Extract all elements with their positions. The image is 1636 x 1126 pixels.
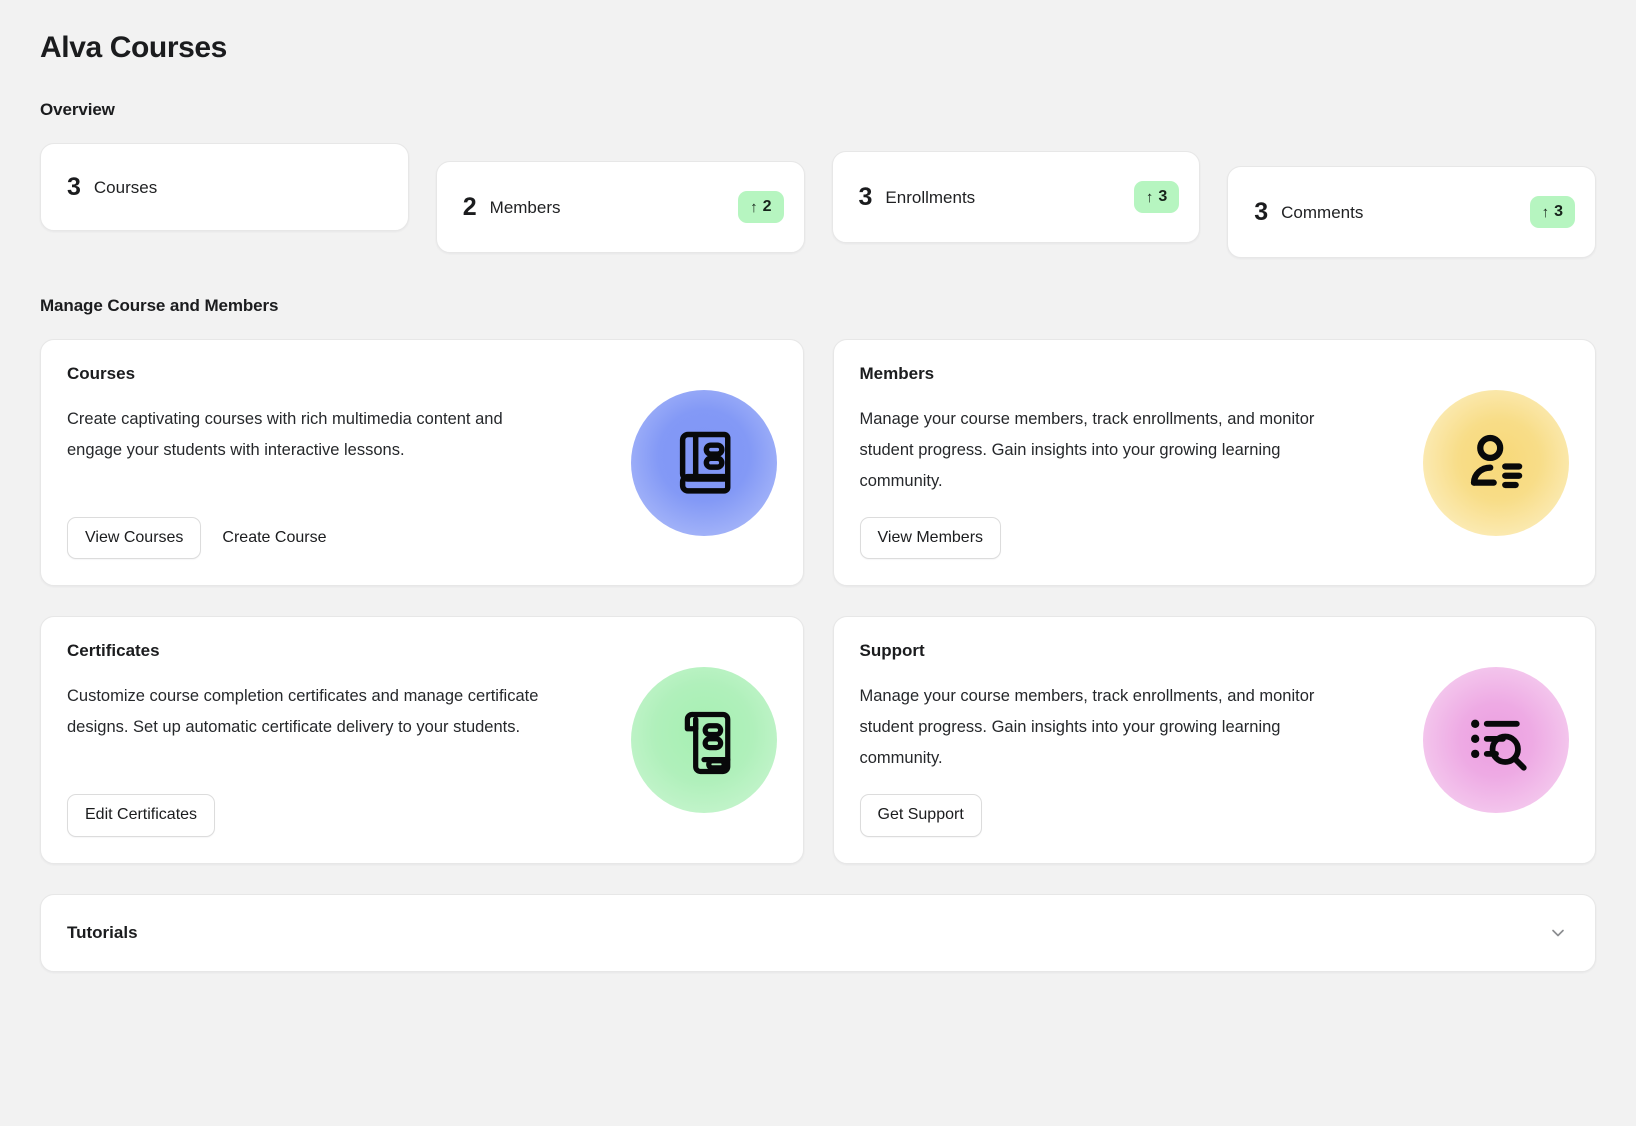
book-icon xyxy=(630,389,777,536)
feature-card-grid: Courses Create captivating courses with … xyxy=(40,339,1596,864)
feature-card-title: Courses xyxy=(67,364,136,383)
feature-card-description: Create captivating courses with rich mul… xyxy=(67,410,503,459)
edit-certificates-button[interactable]: Edit Certificates xyxy=(67,794,216,837)
view-courses-button[interactable]: View Courses xyxy=(67,517,202,560)
stat-label: Enrollments xyxy=(885,187,976,207)
status-badge: ↑ 3 xyxy=(1529,196,1575,228)
feature-card-title: Certificates xyxy=(67,641,160,661)
stat-card-courses[interactable]: 3 Courses xyxy=(40,143,409,231)
arrow-up-icon: ↑ xyxy=(1145,188,1154,206)
arrow-up-icon: ↑ xyxy=(1541,203,1550,221)
stat-value: 2 xyxy=(462,192,477,221)
stat-label: Members xyxy=(489,197,561,217)
stat-card-comments[interactable]: 3 Comments ↑ 3 xyxy=(1227,166,1596,258)
stat-card-members[interactable]: 2 Members ↑ 2 xyxy=(435,161,805,253)
feature-card-courses: Courses Create captivating courses with … xyxy=(40,339,804,587)
stat-value: 3 xyxy=(858,182,873,211)
stat-value: 3 xyxy=(1254,197,1269,226)
status-badge: ↑ 3 xyxy=(1133,181,1180,213)
tutorials-accordion[interactable]: Tutorials xyxy=(40,893,1596,972)
feature-card-title: Members xyxy=(859,364,935,383)
create-course-button[interactable]: Create Course xyxy=(215,517,333,559)
tutorials-title: Tutorials xyxy=(67,922,138,942)
feature-card-description: Customize course completion certificates… xyxy=(67,687,539,737)
dashboard-page: Alva Courses Overview 3 Courses 2 Member… xyxy=(0,0,1636,1126)
chevron-down-icon[interactable] xyxy=(1547,922,1569,944)
feature-card-members: Members Manage your course members, trac… xyxy=(832,339,1596,587)
stat-label: Courses xyxy=(93,177,158,197)
feature-card-certificates: Certificates Customize course completion… xyxy=(40,616,804,864)
user-list-icon xyxy=(1423,389,1569,536)
stat-value: 3 xyxy=(67,172,81,201)
feature-card-support: Support Manage your course members, trac… xyxy=(832,616,1596,864)
list-search-icon xyxy=(1423,667,1569,814)
manage-section-heading: Manage Course and Members xyxy=(40,296,279,315)
view-members-button[interactable]: View Members xyxy=(859,517,1002,560)
arrow-up-icon: ↑ xyxy=(750,198,758,216)
status-badge-value: 3 xyxy=(1158,188,1168,205)
get-support-button[interactable]: Get Support xyxy=(859,794,982,837)
status-badge-value: 3 xyxy=(1554,203,1563,220)
feature-card-description: Manage your course members, track enroll… xyxy=(859,687,1315,768)
overview-stats-row: 3 Courses 2 Members ↑ 2 3 Enrollments ↑ … xyxy=(40,143,1596,258)
page-title: Alva Courses xyxy=(40,31,227,64)
status-badge-value: 2 xyxy=(762,198,772,215)
overview-section-heading: Overview xyxy=(40,100,115,119)
stat-label: Comments xyxy=(1281,202,1364,222)
feature-card-title: Support xyxy=(859,641,925,661)
stat-card-enrollments[interactable]: 3 Enrollments ↑ 3 xyxy=(831,151,1201,243)
feature-card-description: Manage your course members, track enroll… xyxy=(859,410,1315,490)
certificate-scroll-icon xyxy=(630,667,777,814)
status-badge: ↑ 2 xyxy=(738,191,784,223)
